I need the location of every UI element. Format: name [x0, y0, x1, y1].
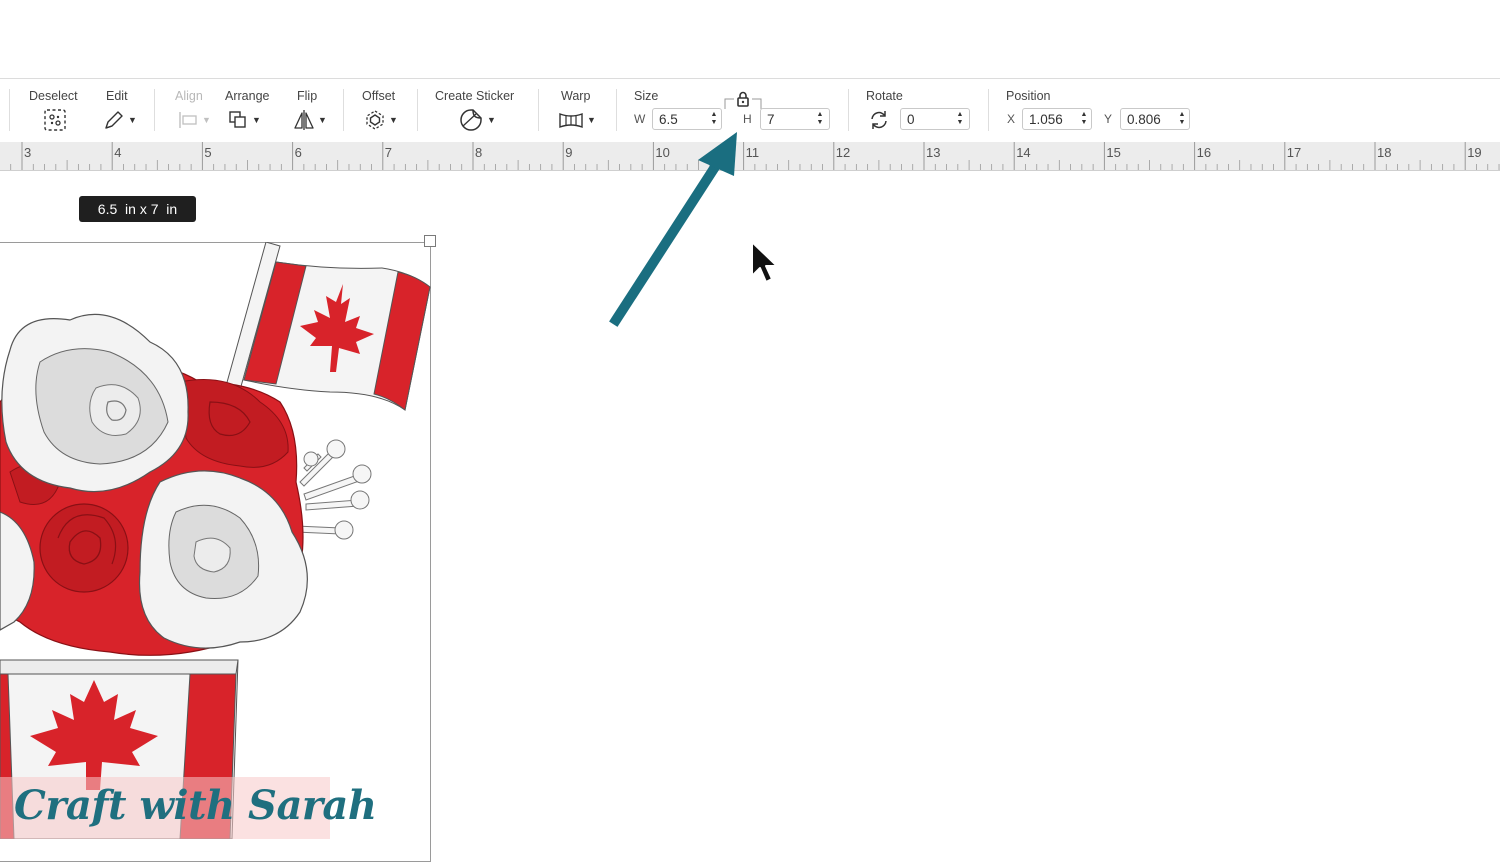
ruler-label: 4 [114, 145, 121, 160]
align-tool[interactable]: Align ▼ [175, 79, 211, 142]
flip-tool[interactable]: Flip ▼ [293, 79, 329, 142]
chevron-down-icon: ▼ [389, 115, 398, 125]
edit-label: Edit [106, 89, 128, 103]
rotate-icon[interactable] [868, 109, 890, 131]
deselect-icon [43, 109, 67, 131]
rotate-group: Rotate ▲▼ [866, 79, 970, 142]
ruler-label: 16 [1197, 145, 1211, 160]
flip-label: Flip [297, 89, 318, 103]
ruler-label: 17 [1287, 145, 1301, 160]
toolbar-divider [538, 89, 539, 131]
toolbar-divider [417, 89, 418, 131]
ruler-label: 5 [204, 145, 211, 160]
toolbar-divider [988, 89, 989, 131]
ruler-label: 7 [385, 145, 392, 160]
ruler-label: 8 [475, 145, 482, 160]
flip-icon: ▼ [293, 109, 327, 131]
sticker-icon: ▼ [458, 109, 496, 131]
offset-icon: ▼ [364, 109, 398, 131]
ruler-label: 13 [926, 145, 940, 160]
deselect-tool[interactable]: Deselect [29, 79, 85, 142]
ruler-label: 19 [1467, 145, 1481, 160]
chevron-down-icon: ▼ [202, 115, 211, 125]
rotate-label: Rotate [866, 89, 903, 103]
toolbar-divider [848, 89, 849, 131]
ruler-label: 3 [24, 145, 31, 160]
edit-tool[interactable]: Edit ▼ [103, 79, 143, 142]
top-header [0, 0, 1500, 78]
warp-tool[interactable]: Warp ▼ [558, 79, 602, 142]
rotate-stepper[interactable]: ▲ ▼ [954, 109, 966, 129]
ruler-label: 12 [836, 145, 850, 160]
chevron-down-icon: ▼ [128, 115, 137, 125]
height-stepper[interactable]: ▲ ▼ [814, 109, 826, 129]
size-tooltip: 6.5 in x 7 in [79, 196, 196, 222]
align-icon: ▼ [177, 109, 211, 131]
toolbar-divider [343, 89, 344, 131]
warp-icon: ▼ [558, 109, 596, 131]
size-group: Size W ▲▼ H ▲▼ [634, 79, 834, 142]
offset-label: Offset [362, 89, 396, 103]
deselect-label: Deselect [29, 89, 78, 103]
position-label: Position [1006, 89, 1051, 103]
ruler-label: 11 [746, 145, 760, 160]
align-label: Align [175, 89, 203, 103]
position-group: Position X ▲▼ Y ▲▼ [1006, 79, 1191, 142]
ruler-label: 18 [1377, 145, 1391, 160]
canada-flower-design[interactable] [0, 242, 432, 839]
watermark-logo: Craft with Sarah [14, 782, 377, 829]
toolbar-divider [154, 89, 155, 131]
arrange-icon: ▼ [227, 109, 261, 131]
create-sticker-label: Create Sticker [435, 89, 515, 103]
horizontal-ruler: 3 4 5 6 7 8 9 10 11 12 13 14 15 16 17 18 19 [0, 142, 1500, 171]
width-stepper[interactable]: ▲ ▼ [708, 109, 720, 129]
ruler-label: 15 [1106, 145, 1120, 160]
position-x-stepper[interactable]: ▲ ▼ [1078, 109, 1090, 129]
pencil-icon: ▼ [103, 109, 137, 131]
width-letter: W [634, 112, 646, 126]
chevron-down-icon: ▼ [587, 115, 596, 125]
arrange-label: Arrange [225, 89, 270, 103]
chevron-down-icon: ▼ [318, 115, 327, 125]
ruler-label: 14 [1016, 145, 1030, 160]
offset-tool[interactable]: Offset ▼ [362, 79, 406, 142]
chevron-down-icon: ▼ [487, 115, 496, 125]
ruler-label: 9 [565, 145, 572, 160]
canada-flag-graphic [243, 261, 431, 411]
position-y-stepper[interactable]: ▲ ▼ [1176, 109, 1188, 129]
mouse-cursor-icon [751, 241, 778, 283]
toolbar-divider [9, 89, 10, 131]
warp-label: Warp [561, 89, 591, 103]
lock-icon[interactable] [736, 91, 750, 112]
create-sticker-tool[interactable]: Create Sticker ▼ [435, 79, 525, 142]
x-letter: X [1007, 112, 1016, 126]
ruler-label: 10 [655, 145, 669, 160]
ruler-label: 6 [295, 145, 302, 160]
chevron-down-icon: ▼ [252, 115, 261, 125]
ruler-ticks: 3 4 5 6 7 8 9 10 11 12 13 14 15 16 17 18 19 [10, 142, 1500, 170]
arrange-tool[interactable]: Arrange ▼ [225, 79, 281, 142]
y-letter: Y [1104, 112, 1113, 126]
height-letter: H [743, 112, 752, 126]
edit-toolbar: Deselect Edit ▼ Align ▼ Arrange ▼ Flip ▼… [0, 78, 1500, 143]
size-label: Size [634, 89, 659, 103]
toolbar-divider [616, 89, 617, 131]
